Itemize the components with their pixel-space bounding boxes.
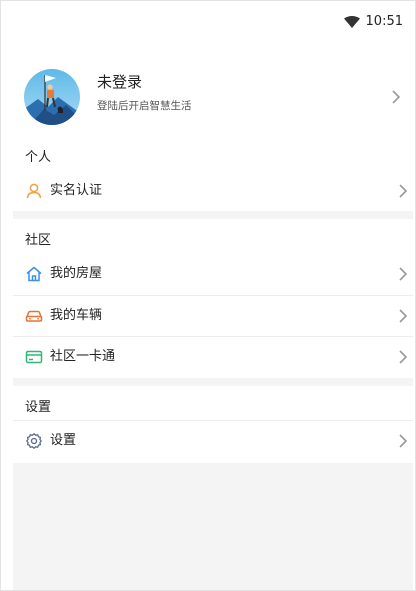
mountain-climber-avatar-icon: [24, 69, 80, 125]
profile-header[interactable]: 未登录 登陆后开启智慧生活: [1, 67, 415, 127]
menu-item-label: 设置: [50, 433, 77, 448]
menu-item-community-card[interactable]: 社区一卡通: [13, 337, 413, 377]
screen: 10:51 未登录 登陆后开启智慧生活 个人 实名认证 社区 我的房屋 我的车辆…: [0, 0, 416, 591]
section-title-community: 社区: [25, 233, 52, 248]
wifi-icon: [343, 16, 360, 28]
section-divider: [13, 211, 413, 219]
avatar[interactable]: [24, 69, 80, 125]
menu-item-my-house[interactable]: 我的房屋: [13, 254, 413, 294]
status-time: 10:51: [365, 14, 403, 29]
card-icon: [25, 348, 43, 366]
section-title-personal: 个人: [25, 150, 52, 165]
status-indicators: 10:51: [343, 13, 403, 31]
chevron-right-icon: [398, 308, 408, 324]
user-icon: [25, 182, 43, 200]
profile-name: 未登录: [97, 73, 143, 91]
gear-icon: [25, 432, 43, 450]
section-divider: [13, 378, 413, 386]
chevron-right-icon: [398, 349, 408, 365]
empty-area: [13, 463, 413, 590]
menu-item-label: 我的房屋: [50, 266, 103, 281]
menu-item-label: 实名认证: [50, 183, 103, 198]
car-icon: [25, 307, 43, 325]
menu-item-real-name-verification[interactable]: 实名认证: [13, 171, 413, 211]
menu-item-settings[interactable]: 设置: [13, 421, 413, 461]
chevron-right-icon: [398, 266, 408, 282]
menu-item-label: 社区一卡通: [50, 349, 116, 364]
section-title-settings: 设置: [25, 400, 52, 415]
menu-item-my-vehicle[interactable]: 我的车辆: [13, 296, 413, 336]
house-icon: [25, 265, 43, 283]
chevron-right-icon: [391, 89, 401, 105]
chevron-right-icon: [398, 433, 408, 449]
chevron-right-icon: [398, 183, 408, 199]
profile-subtitle: 登陆后开启智慧生活: [97, 100, 192, 112]
status-bar: 10:51: [1, 1, 415, 45]
menu-item-label: 我的车辆: [50, 308, 103, 323]
